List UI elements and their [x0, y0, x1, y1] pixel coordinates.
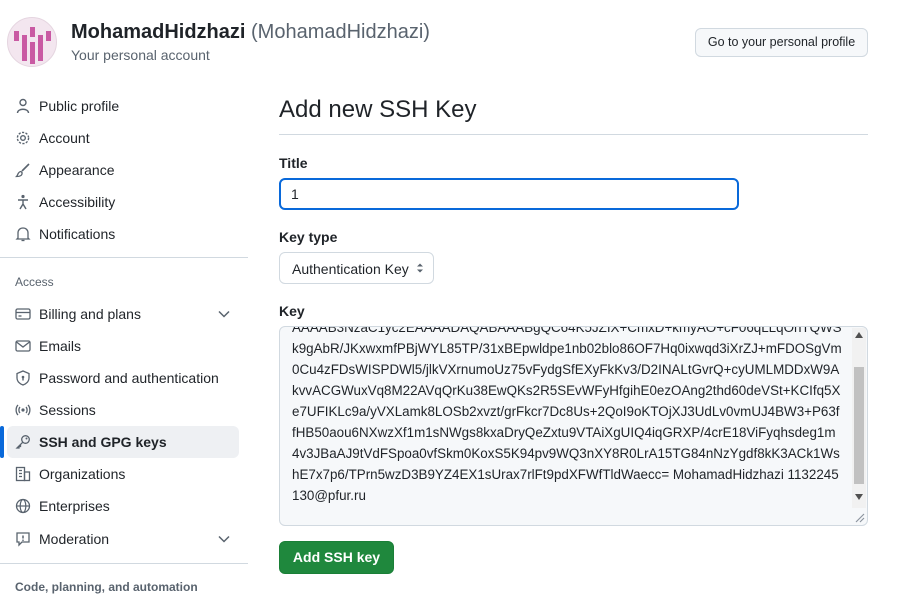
account-subtitle: Your personal account	[71, 47, 210, 63]
sidebar-item-password-auth[interactable]: Password and authentication	[7, 362, 239, 394]
title-divider	[279, 134, 868, 135]
resize-handle-icon[interactable]	[853, 511, 865, 523]
title-input[interactable]	[279, 178, 739, 210]
title-label: Title	[279, 155, 308, 171]
accessibility-icon	[18, 194, 28, 210]
select-arrows-icon	[417, 263, 423, 273]
key-type-value: Authentication Key	[292, 261, 409, 277]
sidebar-item-label: Public profile	[39, 98, 120, 114]
gear-icon	[16, 131, 30, 145]
chevron-down-icon[interactable]	[217, 532, 231, 546]
avatar[interactable]	[7, 17, 57, 67]
sidebar-item-organizations[interactable]: Organizations	[7, 458, 239, 490]
sidebar-item-label: Enterprises	[39, 498, 110, 514]
key-icon	[15, 435, 30, 449]
sidebar-item-billing[interactable]: Billing and plans	[7, 298, 239, 330]
sidebar-item-account[interactable]: Account	[7, 122, 239, 154]
sidebar-item-label: Sessions	[39, 402, 96, 418]
sidebar-item-label: Organizations	[39, 466, 126, 482]
sidebar-item-enterprises[interactable]: Enterprises	[7, 490, 239, 522]
broadcast-icon	[15, 404, 31, 416]
globe-icon	[15, 498, 31, 514]
report-icon	[16, 532, 30, 547]
display-name: MohamadHidzhazi	[71, 21, 246, 43]
paintbrush-icon	[15, 163, 30, 178]
sidebar-item-accessibility[interactable]: Accessibility	[7, 186, 239, 218]
sidebar-item-label: SSH and GPG keys	[39, 434, 167, 450]
sidebar-item-label: Account	[39, 130, 90, 146]
bell-icon	[15, 227, 31, 242]
sidebar-item-sessions[interactable]: Sessions	[7, 394, 239, 426]
key-textarea[interactable]: AAAAB3NzaC1yc2EAAAADAQABAAABgQC64K5JZIX+…	[279, 326, 868, 526]
sidebar-item-label: Notifications	[39, 226, 116, 242]
scrollbar-thumb[interactable]	[854, 367, 864, 484]
account-header: MohamadHidzhazi (MohamadHidzhazi) Your p…	[0, 0, 906, 80]
sidebar-item-notifications[interactable]: Notifications	[7, 218, 239, 250]
sidebar-item-label: Accessibility	[39, 194, 116, 210]
organization-icon	[15, 466, 31, 482]
key-textarea-value: AAAAB3NzaC1yc2EAAAADAQABAAABgQC64K5JZIX+…	[292, 326, 842, 503]
sidebar-item-label: Moderation	[39, 531, 110, 547]
credit-card-icon	[15, 308, 31, 320]
user-login: (MohamadHidzhazi)	[251, 21, 430, 43]
sidebar-item-label: Billing and plans	[39, 306, 141, 322]
scroll-down-arrow-icon[interactable]	[855, 494, 863, 500]
sidebar-divider	[0, 563, 248, 564]
key-type-label: Key type	[279, 229, 338, 245]
sidebar-item-emails[interactable]: Emails	[7, 330, 239, 362]
add-ssh-key-button[interactable]: Add SSH key	[279, 541, 394, 574]
mail-icon	[15, 340, 31, 352]
page-title: Add new SSH Key	[279, 96, 477, 123]
user-name[interactable]: MohamadHidzhazi (MohamadHidzhazi)	[71, 21, 430, 44]
sidebar-item-ssh-gpg-keys[interactable]: SSH and GPG keys	[7, 426, 239, 458]
active-indicator	[0, 426, 4, 458]
go-to-profile-button[interactable]: Go to your personal profile	[695, 28, 868, 57]
shield-lock-icon	[16, 370, 30, 386]
sidebar-item-label: Appearance	[39, 162, 115, 178]
sidebar-item-appearance[interactable]: Appearance	[7, 154, 239, 186]
key-type-select[interactable]: Authentication Key	[279, 252, 434, 284]
scroll-up-arrow-icon[interactable]	[855, 332, 863, 338]
chevron-down-icon[interactable]	[217, 307, 231, 321]
person-icon	[16, 98, 30, 114]
sidebar-item-public-profile[interactable]: Public profile	[7, 90, 239, 122]
key-label: Key	[279, 303, 305, 319]
sidebar-item-label: Password and authentication	[39, 370, 219, 386]
access-group-title: Access	[15, 275, 54, 289]
sidebar-divider	[0, 257, 248, 258]
sidebar-item-label: Emails	[39, 338, 82, 354]
sidebar-item-moderation[interactable]: Moderation	[7, 523, 239, 555]
